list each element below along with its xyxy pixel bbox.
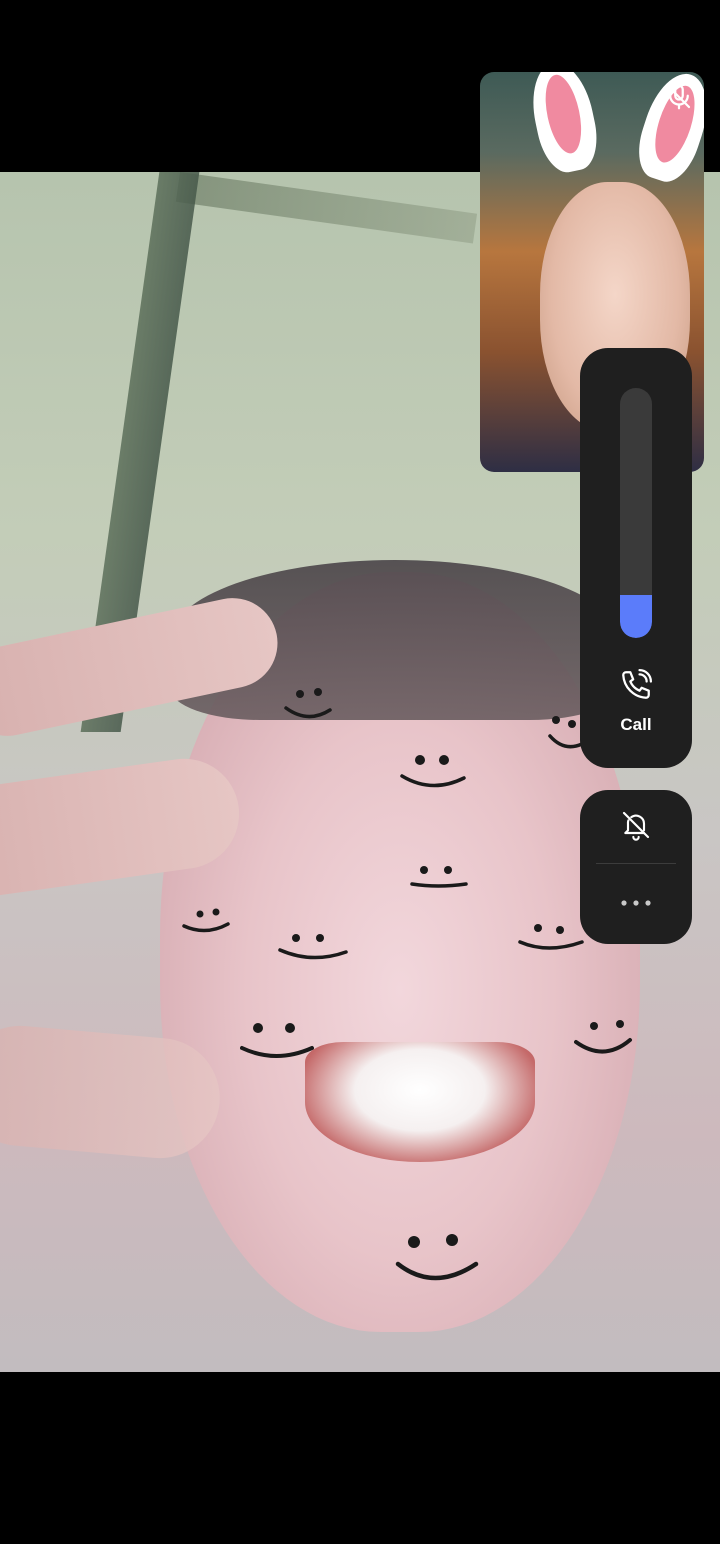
mic-off-icon <box>664 82 694 112</box>
smiley-sticker <box>518 920 586 960</box>
smiley-sticker <box>574 1018 634 1064</box>
smiley-sticker <box>180 906 240 946</box>
more-horizontal-icon <box>619 895 653 913</box>
phone-call-icon <box>619 668 653 707</box>
background-wall <box>175 172 478 244</box>
smiley-sticker <box>276 928 348 968</box>
smiley-sticker <box>398 750 468 790</box>
volume-slider[interactable] <box>620 388 652 638</box>
more-options-button[interactable] <box>580 864 692 944</box>
video-call-screen: Call <box>0 0 720 1544</box>
mute-notifications-button[interactable] <box>580 790 692 864</box>
remote-participant-smile <box>305 1042 535 1162</box>
smiley-sticker <box>280 684 340 724</box>
call-actions-panel <box>580 790 692 944</box>
volume-control-panel: Call <box>580 348 692 768</box>
smiley-sticker <box>394 1228 480 1288</box>
call-button[interactable]: Call <box>580 668 692 758</box>
smiley-sticker <box>240 1018 314 1064</box>
volume-slider-fill <box>620 595 652 638</box>
smiley-sticker <box>410 862 470 902</box>
call-button-label: Call <box>620 715 652 734</box>
bunny-ear-filter <box>524 72 604 177</box>
bell-off-icon <box>620 809 652 846</box>
